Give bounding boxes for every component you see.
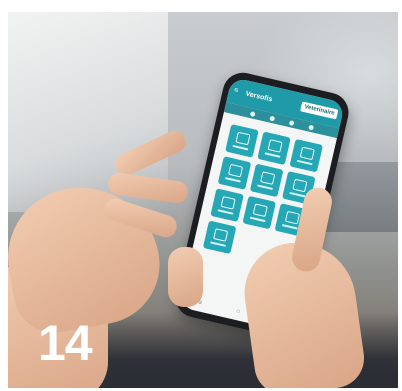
tile-icon bbox=[259, 171, 275, 185]
app-tile[interactable] bbox=[249, 163, 284, 198]
tile-icon bbox=[234, 131, 251, 146]
app-tile[interactable] bbox=[217, 156, 252, 190]
tile-label bbox=[249, 216, 266, 223]
step-number: 14 bbox=[38, 315, 93, 371]
tile-icon bbox=[291, 178, 307, 193]
tile-label bbox=[232, 144, 249, 151]
toolbar-icon-3[interactable] bbox=[288, 119, 295, 126]
tile-label bbox=[217, 209, 234, 215]
institution-badge: Veterinaire bbox=[300, 101, 339, 120]
tile-label bbox=[257, 184, 274, 191]
tile-icon bbox=[267, 139, 283, 153]
right-finger bbox=[168, 247, 203, 307]
tile-icon bbox=[227, 163, 243, 178]
tile-label bbox=[210, 241, 227, 247]
tile-label bbox=[224, 177, 241, 183]
toolbar-icon-1[interactable] bbox=[249, 110, 256, 117]
nav-home-icon[interactable]: ○ bbox=[235, 308, 241, 316]
app-tile[interactable] bbox=[257, 131, 291, 166]
hamburger-icon[interactable]: ≡ bbox=[233, 87, 243, 97]
tile-label bbox=[296, 159, 313, 166]
app-tile[interactable] bbox=[242, 195, 277, 230]
toolbar-icon-2[interactable] bbox=[268, 114, 275, 121]
app-tile[interactable] bbox=[225, 124, 259, 158]
toolbar-icon-4[interactable] bbox=[307, 123, 314, 130]
app-tile[interactable] bbox=[202, 220, 237, 255]
tile-icon bbox=[212, 228, 228, 242]
institution-title: Veterinaire bbox=[303, 104, 336, 117]
tile-icon bbox=[220, 195, 236, 210]
app-tile[interactable] bbox=[210, 188, 244, 222]
tile-label bbox=[281, 224, 298, 230]
tile-icon bbox=[252, 203, 268, 217]
tile-icon bbox=[284, 210, 300, 225]
app-tile[interactable] bbox=[289, 138, 324, 173]
tile-label bbox=[289, 191, 306, 198]
tile-icon bbox=[299, 146, 315, 161]
tile-label bbox=[264, 152, 281, 158]
app-logo: Versofis bbox=[244, 90, 274, 104]
